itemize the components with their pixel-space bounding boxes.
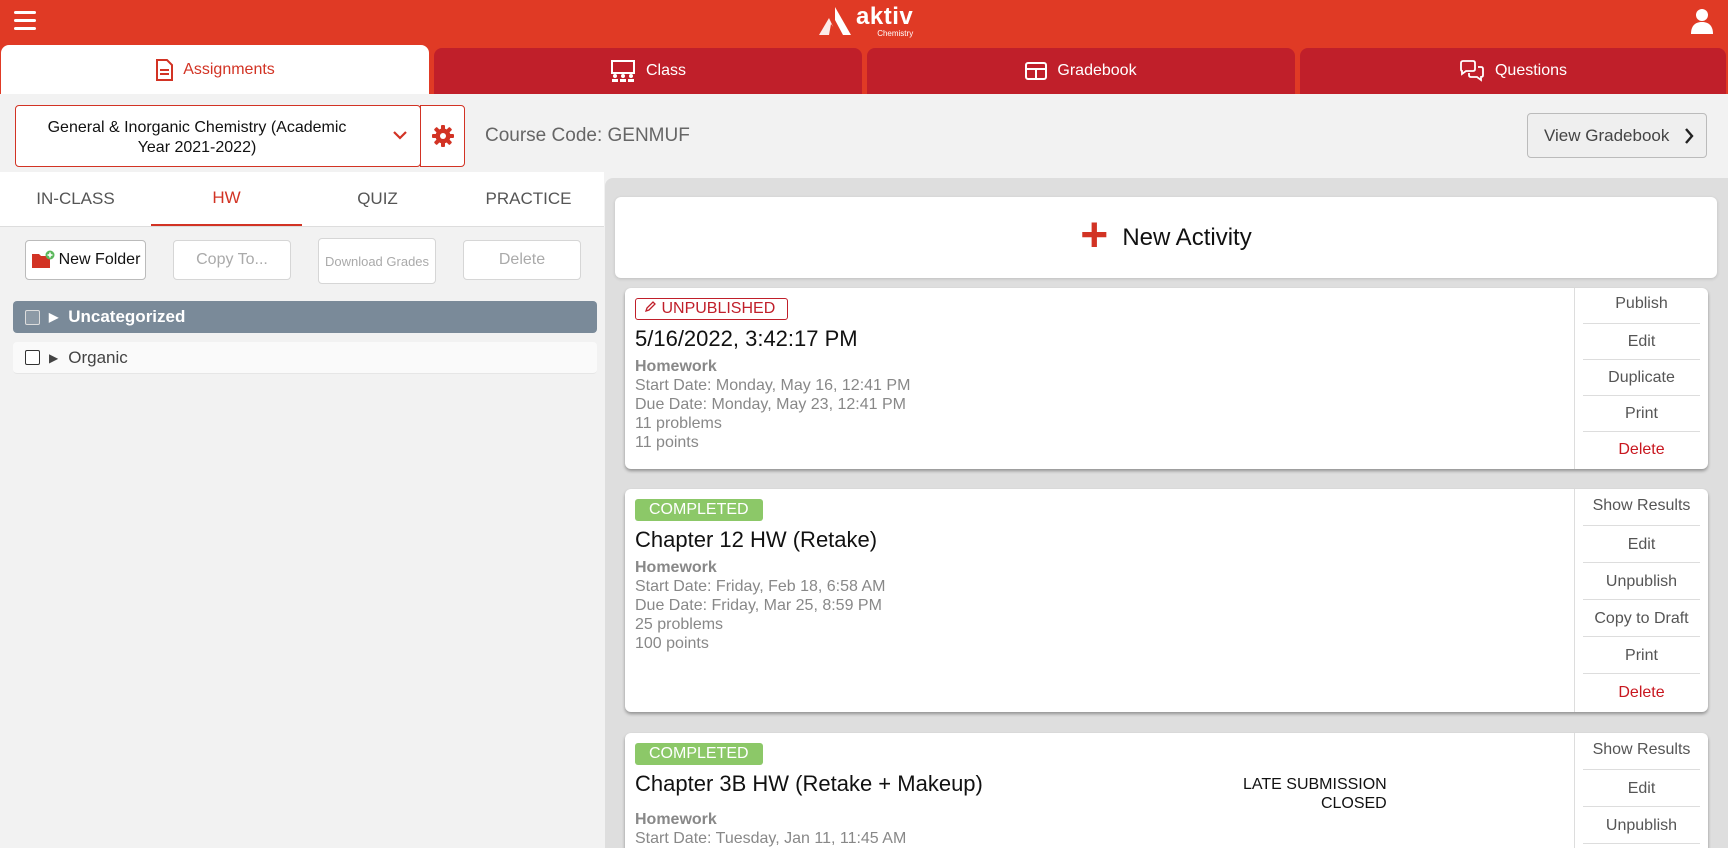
- due-date: Due Date: Monday, May 23, 12:41 PM: [635, 396, 906, 413]
- new-activity-button[interactable]: + New Activity: [615, 197, 1717, 278]
- copy-to-button[interactable]: Copy To...: [173, 240, 291, 280]
- chevron-right-icon: [1685, 128, 1694, 144]
- activity-actions: Show Results Edit Unpublish: [1574, 733, 1708, 848]
- new-activity-label: New Activity: [1122, 223, 1252, 251]
- gradebook-icon: [1025, 62, 1048, 80]
- tab-questions[interactable]: Questions: [1300, 48, 1726, 94]
- tab-label: Questions: [1494, 62, 1568, 79]
- show-results-button[interactable]: Show Results: [1583, 733, 1700, 770]
- status-badge: COMPLETED: [635, 499, 763, 521]
- view-gradebook-label: View Gradebook: [1544, 125, 1670, 145]
- user-icon[interactable]: [1690, 8, 1714, 34]
- course-settings-button[interactable]: [420, 105, 465, 167]
- new-folder-label: New Folder: [58, 251, 141, 268]
- logo-subtitle: Chemistry: [877, 28, 914, 38]
- duplicate-button[interactable]: Duplicate: [1583, 360, 1700, 396]
- show-results-button[interactable]: Show Results: [1583, 489, 1700, 526]
- subtab-quiz[interactable]: QUIZ: [302, 172, 453, 226]
- new-folder-button[interactable]: New Folder: [25, 240, 146, 280]
- folder-checkbox[interactable]: [25, 350, 40, 365]
- print-button[interactable]: Print: [1583, 637, 1700, 674]
- start-date: Start Date: Tuesday, Jan 11, 11:45 AM: [635, 830, 907, 847]
- delete-folder-button[interactable]: Delete: [463, 240, 581, 280]
- start-date: Start Date: Monday, May 16, 12:41 PM: [635, 377, 911, 394]
- subtab-practice[interactable]: PRACTICE: [453, 172, 604, 226]
- class-icon: [610, 60, 635, 82]
- folder-row-uncategorized[interactable]: ▶ Uncategorized: [13, 301, 597, 333]
- tab-label: Assignments: [183, 60, 275, 78]
- edit-button[interactable]: Edit: [1583, 526, 1700, 563]
- course-name: General & Inorganic Chemistry (Academic …: [47, 119, 347, 156]
- folder-name: Uncategorized: [68, 307, 186, 326]
- tab-label: Class: [645, 62, 686, 79]
- activity-type: Homework: [635, 559, 717, 576]
- status-text: UNPUBLISHED: [661, 300, 776, 317]
- activity-actions: Publish Edit Duplicate Print Delete: [1574, 288, 1708, 469]
- activity-type: Homework: [635, 811, 717, 828]
- new-folder-icon: [31, 250, 55, 268]
- logo-word: aktiv: [856, 2, 914, 30]
- download-grades-button[interactable]: Download Grades: [318, 238, 436, 284]
- delete-button[interactable]: Delete: [1583, 674, 1700, 711]
- folder-checkbox[interactable]: [25, 309, 40, 325]
- late-submission-status: LATE SUBMISSION CLOSED: [1243, 775, 1387, 813]
- gear-icon: [431, 125, 454, 147]
- point-count: 11 points: [635, 434, 699, 451]
- subtab-hw[interactable]: HW: [151, 172, 302, 226]
- assignment-icon: [156, 58, 174, 81]
- folder-name: Organic: [68, 347, 128, 367]
- problem-count: 11 problems: [635, 415, 722, 432]
- pencil-icon: [644, 301, 656, 313]
- subtab-in-class[interactable]: IN-CLASS: [0, 172, 151, 226]
- chevron-down-icon: [393, 131, 407, 140]
- course-code: Course Code: GENMUF: [485, 125, 690, 146]
- status-badge: COMPLETED: [635, 743, 763, 765]
- view-gradebook-button[interactable]: View Gradebook: [1527, 113, 1707, 158]
- hamburger-menu-icon[interactable]: [14, 11, 36, 33]
- expand-triangle-icon[interactable]: ▶: [49, 351, 58, 365]
- unpublish-button[interactable]: Unpublish: [1583, 807, 1700, 844]
- problem-count: 25 problems: [635, 616, 724, 633]
- activity-card: UNPUBLISHED 5/16/2022, 3:42:17 PM Homewo…: [625, 288, 1708, 469]
- status-badge: UNPUBLISHED: [635, 298, 789, 320]
- aktiv-logo: aktiv Chemistry: [818, 4, 913, 38]
- folder-row-organic[interactable]: ▶ Organic: [13, 342, 597, 374]
- publish-button[interactable]: Publish: [1583, 288, 1700, 324]
- plus-icon: +: [1080, 208, 1109, 262]
- due-date: Due Date: Friday, Mar 25, 8:59 PM: [635, 597, 882, 614]
- activity-type: Homework: [635, 358, 717, 375]
- copy-to-draft-button[interactable]: Copy to Draft: [1583, 600, 1700, 637]
- assignment-type-tabs: IN-CLASS HW QUIZ PRACTICE: [0, 172, 604, 226]
- tab-label: Gradebook: [1057, 62, 1137, 79]
- delete-button[interactable]: Delete: [1583, 432, 1700, 468]
- activity-actions: Show Results Edit Unpublish Copy to Draf…: [1574, 489, 1708, 712]
- edit-button[interactable]: Edit: [1583, 770, 1700, 807]
- late-submission-line2: CLOSED: [1320, 795, 1387, 812]
- aktiv-logo-mark-icon: [819, 7, 851, 35]
- activity-title[interactable]: Chapter 12 HW (Retake): [635, 527, 885, 553]
- unpublish-button[interactable]: Unpublish: [1583, 563, 1700, 600]
- activity-title[interactable]: Chapter 3B HW (Retake + Makeup): [635, 771, 983, 797]
- expand-triangle-icon[interactable]: ▶: [49, 310, 58, 324]
- late-submission-line1: LATE SUBMISSION: [1243, 776, 1387, 793]
- top-bar: aktiv Chemistry: [0, 0, 1728, 44]
- activity-title[interactable]: 5/16/2022, 3:42:17 PM: [635, 326, 910, 352]
- edit-button[interactable]: Edit: [1583, 324, 1700, 360]
- activity-card: COMPLETED Chapter 12 HW (Retake) Homewor…: [625, 489, 1708, 712]
- course-select[interactable]: General & Inorganic Chemistry (Academic …: [15, 105, 421, 167]
- point-count: 100 points: [635, 635, 709, 652]
- tab-assignments[interactable]: Assignments: [1, 45, 429, 94]
- questions-icon: [1460, 60, 1484, 82]
- tab-gradebook[interactable]: Gradebook: [867, 48, 1295, 94]
- print-button[interactable]: Print: [1583, 396, 1700, 432]
- tab-class[interactable]: Class: [434, 48, 862, 94]
- main-tab-bar: Assignments Class Gradebook Questions: [0, 44, 1728, 94]
- activity-card: COMPLETED Chapter 3B HW (Retake + Makeup…: [625, 733, 1708, 848]
- start-date: Start Date: Friday, Feb 18, 6:58 AM: [635, 578, 886, 595]
